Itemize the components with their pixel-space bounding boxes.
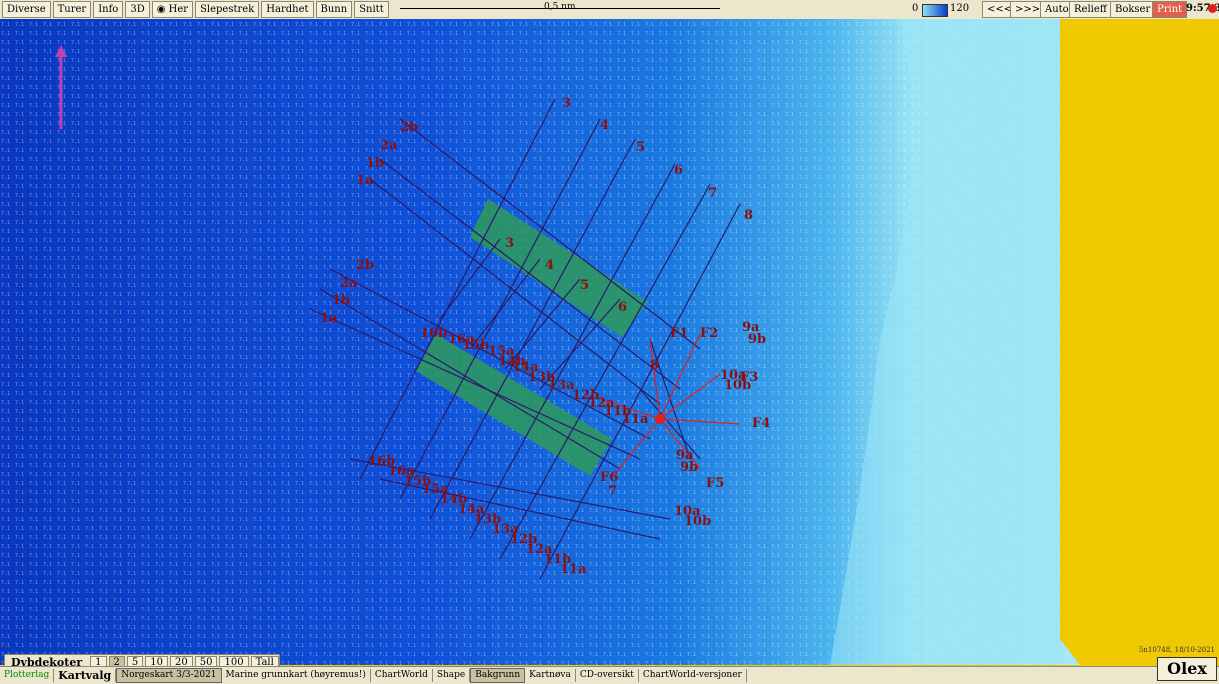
- map-label-misc-1[interactable]: 9b: [748, 332, 766, 347]
- tab-chartworld[interactable]: ChartWorld: [371, 669, 433, 682]
- map-label-upper-3[interactable]: 1a: [356, 173, 374, 188]
- scale-label: 0,5 nm: [544, 2, 576, 12]
- map-label-misc-3[interactable]: 10b: [724, 378, 751, 393]
- tab-marine-grunnkart[interactable]: Marine grunnkart (høyremus!): [222, 669, 371, 682]
- tab-shape[interactable]: Shape: [433, 669, 471, 682]
- relieff-button[interactable]: Relieff: [1069, 1, 1112, 18]
- map-label-upper2-1[interactable]: 2a: [340, 276, 358, 291]
- map-label-upper-4[interactable]: 3: [562, 96, 571, 111]
- tab-plotterlag[interactable]: Plotterlag: [0, 669, 55, 682]
- map-label-lower-2[interactable]: 15b: [462, 338, 489, 353]
- map-label-upper-5[interactable]: 4: [600, 118, 609, 133]
- chart-map[interactable]: 7.1: [0, 19, 1219, 665]
- menu-snitt[interactable]: Snitt: [354, 1, 389, 18]
- olex-logo: Olex: [1157, 657, 1217, 681]
- fan-center-marker[interactable]: [655, 414, 665, 424]
- record-icon[interactable]: [1208, 4, 1217, 13]
- map-label-f_labels-5[interactable]: F6: [600, 470, 618, 485]
- map-label-upper-2[interactable]: 1b: [366, 156, 384, 171]
- target-icon: ◉: [156, 4, 169, 15]
- tab-bakgrunn[interactable]: Bakgrunn: [470, 668, 526, 683]
- map-label-upper2-4[interactable]: 3: [505, 236, 514, 251]
- map-label-lower-11[interactable]: 11a: [622, 412, 649, 427]
- bokser-button[interactable]: Bokser: [1110, 1, 1156, 18]
- depth-min-label: 0: [912, 3, 919, 14]
- map-label-upper2-3[interactable]: 1a: [320, 311, 338, 326]
- menu-hardhet[interactable]: Hardhet: [261, 1, 314, 18]
- tab-norgeskart[interactable]: Norgeskart 3/3-2021: [116, 668, 222, 683]
- depth-max-label: 120: [950, 3, 970, 14]
- land-area: [1060, 19, 1219, 665]
- map-label-upper2-2[interactable]: 1b: [332, 293, 350, 308]
- tab-cd-oversikt[interactable]: CD-oversikt: [576, 669, 639, 682]
- map-label-misc-5[interactable]: 7: [608, 484, 617, 499]
- map-label-upper-6[interactable]: 5: [636, 140, 645, 155]
- print-button[interactable]: Print: [1152, 1, 1188, 18]
- menu-her-label: Her: [168, 4, 189, 15]
- map-label-lower-0[interactable]: 16b: [420, 326, 447, 341]
- map-label-upper2-0[interactable]: 2b: [356, 258, 374, 273]
- menu-turer[interactable]: Turer: [52, 1, 92, 18]
- map-label-misc-7[interactable]: 9b: [680, 460, 698, 475]
- map-label-upper2-7[interactable]: 6: [618, 300, 627, 315]
- map-label-upper2-6[interactable]: 5: [580, 278, 589, 293]
- map-label-f_labels-0[interactable]: F1: [670, 326, 688, 341]
- depth-gradient[interactable]: [922, 4, 948, 17]
- map-label-misc-9[interactable]: 10b: [684, 514, 711, 529]
- tab-chartworld-versjoner[interactable]: ChartWorld-versjoner: [639, 669, 747, 682]
- map-label-upper2-5[interactable]: 4: [545, 258, 554, 273]
- map-label-upper-1[interactable]: 2a: [380, 138, 398, 153]
- map-label-misc-4[interactable]: 8: [650, 358, 659, 373]
- tab-kartvalg[interactable]: Kartvalg: [54, 669, 117, 682]
- map-label-f_labels-3[interactable]: F4: [752, 416, 770, 431]
- menu-diverse[interactable]: Diverse: [2, 1, 51, 18]
- map-label-upper-7[interactable]: 6: [674, 163, 683, 178]
- chart-canvas[interactable]: 7.1: [0, 19, 1219, 665]
- map-label-upper-8[interactable]: 7: [708, 186, 717, 201]
- top-toolbar: Diverse Turer Info 3D ◉ Her Slepestrek H…: [0, 0, 1219, 20]
- menu-slepestrek[interactable]: Slepestrek: [195, 1, 260, 18]
- menu-bunn[interactable]: Bunn: [315, 1, 353, 18]
- menu-her[interactable]: ◉ Her: [151, 1, 194, 18]
- map-label-f_labels-1[interactable]: F2: [700, 326, 718, 341]
- bottom-bar: Plotterlag Kartvalg Norgeskart 3/3-2021 …: [0, 666, 1219, 684]
- menu-info[interactable]: Info: [93, 1, 124, 18]
- menu-3d[interactable]: 3D: [125, 1, 150, 18]
- map-label-f_labels-4[interactable]: F5: [706, 476, 724, 491]
- map-label-upper-0[interactable]: 2b: [400, 120, 418, 135]
- tab-kartnova[interactable]: Kartnøva: [525, 669, 576, 682]
- map-label-upper-9[interactable]: 8: [744, 208, 753, 223]
- map-label-lower2-11[interactable]: 11a: [560, 562, 587, 577]
- coords-readout: 5n10748, 18/10-2021: [1138, 646, 1215, 654]
